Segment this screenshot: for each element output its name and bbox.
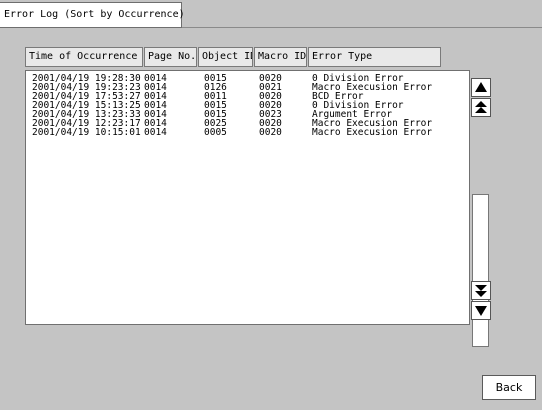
cell-object: 0005 — [204, 127, 227, 138]
cell-page: 0014 — [144, 127, 167, 138]
cell-time: 2001/04/19 10:15:01 — [32, 127, 141, 138]
cell-error-type: Macro Execusion Error — [312, 127, 433, 138]
page-up-icon — [475, 101, 487, 113]
scroll-up-button[interactable] — [471, 78, 491, 97]
back-button[interactable]: Back — [482, 375, 536, 400]
scroll-track[interactable] — [472, 194, 489, 347]
cell-macro: 0020 — [259, 127, 282, 138]
col-header-object: Object ID — [198, 47, 253, 67]
scroll-down-icon — [475, 306, 487, 316]
tab-error-log[interactable]: Error Log (Sort by Occurrence) — [0, 2, 185, 28]
tab-divider — [182, 27, 542, 28]
col-header-error-type: Error Type — [308, 47, 441, 67]
col-header-page: Page No. — [144, 47, 197, 67]
scroll-down-button[interactable] — [471, 301, 491, 320]
page-down-icon — [475, 285, 487, 297]
scroll-up-icon — [475, 82, 487, 92]
page-up-button[interactable] — [471, 98, 491, 117]
col-header-time: Time of Occurrence — [25, 47, 143, 67]
error-log-list: 2001/04/19 19:28:30 0014 0015 0020 0 Divisio… — [25, 70, 491, 347]
page-down-button[interactable] — [471, 281, 491, 300]
col-header-macro: Macro ID — [254, 47, 307, 67]
